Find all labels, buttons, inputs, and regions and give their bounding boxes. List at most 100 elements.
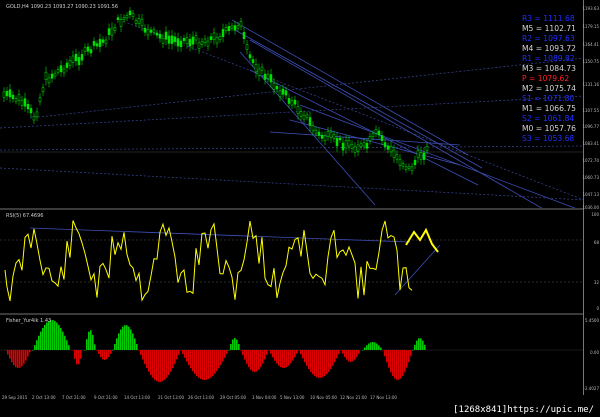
candle-body (401, 163, 405, 167)
price-tick-label: 1072.70 (582, 158, 599, 163)
time-tick-label: 10 Nov 05:00 (310, 395, 337, 400)
fisher-bar (90, 330, 92, 350)
pivot-level: M1 = 1066.75 (522, 104, 576, 113)
fisher-bar (398, 350, 400, 380)
candle-body (44, 71, 48, 80)
fisher-bar (136, 344, 138, 350)
fisher-bar (52, 320, 54, 350)
candle-body (344, 140, 348, 149)
candle-body (170, 35, 174, 44)
fisher-bar (416, 340, 418, 350)
fisher-bar (382, 350, 384, 351)
fisher-bar (386, 350, 388, 363)
fisher-bar (42, 327, 44, 350)
fisher-bar (174, 350, 176, 364)
fisher-bar (206, 350, 208, 380)
fisher-bar (170, 350, 172, 372)
pivot-level: P = 1079.62 (522, 74, 570, 83)
fisher-bar (232, 339, 234, 350)
fisher-bar (294, 350, 296, 358)
fisher-bar (134, 338, 136, 350)
fisher-bar (182, 350, 184, 354)
fisher-bar (15, 350, 17, 368)
fisher-bar (348, 350, 350, 362)
price-chart-pane[interactable]: GOLD,H4 1090.23 1093.27 1090.23 1091.56 … (0, 0, 584, 208)
fisher-bar (40, 331, 42, 350)
fisher-bar (334, 350, 336, 363)
price-axis[interactable]: 1193.63 1179.15 1164.41 1150.75 1131.16 1107.… (582, 0, 600, 395)
rsi-chart[interactable] (0, 210, 584, 313)
fisher-bar (366, 345, 368, 350)
candle-body (392, 149, 396, 158)
candle-body (419, 152, 423, 160)
candle-body (395, 154, 399, 160)
fisher-bar (396, 350, 398, 380)
fisher-bar (328, 350, 330, 372)
fisher-pane[interactable]: Fisher_Yur4ik 1.43 (0, 315, 584, 395)
fisher-bar (120, 329, 122, 350)
candle-body (35, 111, 39, 117)
pivot-level: S1 = 1071.80 (522, 94, 575, 103)
fisher-bar (210, 350, 212, 378)
candle-body (188, 39, 192, 47)
fisher-bar (132, 333, 134, 350)
candle-body (32, 116, 36, 121)
fisher-bar (194, 350, 196, 374)
fisher-bar (312, 350, 314, 375)
fisher-bar (168, 350, 170, 376)
fisher-bar (154, 350, 156, 380)
fisher-bar (248, 350, 250, 368)
pivot-level: R3 = 1111.68 (522, 14, 575, 23)
candle-body (416, 150, 420, 158)
candle-body (422, 152, 426, 160)
fisher-bar (376, 343, 378, 350)
fisher-bar (226, 350, 228, 354)
candle-body (110, 27, 114, 36)
fisher-bar (162, 350, 164, 382)
fisher-bar (332, 350, 334, 366)
fisher-bar (138, 350, 140, 351)
fisher-bar (62, 331, 64, 350)
fisher-bar (32, 350, 34, 351)
fisher-bar (252, 350, 254, 372)
fisher-histogram[interactable] (0, 315, 584, 395)
fisher-bar (72, 350, 74, 351)
price-tick-label: 1047.13 (582, 192, 599, 197)
fisher-bar (122, 326, 124, 350)
fisher-bar (318, 350, 320, 378)
fisher-bar (342, 350, 344, 354)
candle-body (5, 91, 9, 97)
candle-body (245, 44, 249, 50)
fisher-bar (282, 350, 284, 368)
candle-body (95, 43, 99, 47)
symbol-label: GOLD,H4 1090.23 1093.27 1090.23 1091.56 (6, 4, 119, 10)
fisher-bar (204, 350, 206, 380)
candle-body (197, 42, 201, 50)
candle-body (203, 38, 207, 44)
fisher-bar (56, 322, 58, 350)
fisher-bar (11, 350, 13, 363)
price-tick-label: 1060.73 (582, 175, 599, 180)
candle-body (284, 90, 288, 96)
candle-body (335, 137, 339, 147)
price-chart[interactable] (0, 0, 584, 208)
candle-body (20, 100, 24, 106)
candle-body (290, 100, 294, 106)
fisher-bar (284, 350, 286, 368)
candle-body (302, 114, 306, 120)
fisher-bar (106, 350, 108, 360)
price-tick-label: 1150.75 (582, 59, 599, 64)
fisher-bar (124, 325, 126, 350)
fisher-bar (422, 340, 424, 350)
fisher-bar (146, 350, 148, 369)
candle-body (125, 15, 129, 19)
candle-body (413, 159, 417, 166)
candle-body (11, 94, 15, 100)
rsi-pane[interactable]: RSI(5) 67.4696 (0, 210, 584, 313)
watermark: [1268x841]https://upic.me/ (451, 405, 596, 415)
fisher-bar (5, 350, 7, 351)
candle-body (173, 36, 177, 43)
time-tick-label: 14 Oct 13:00 (124, 395, 151, 400)
time-tick-label: 26 Oct 13:00 (188, 395, 215, 400)
candle-body (236, 25, 240, 29)
